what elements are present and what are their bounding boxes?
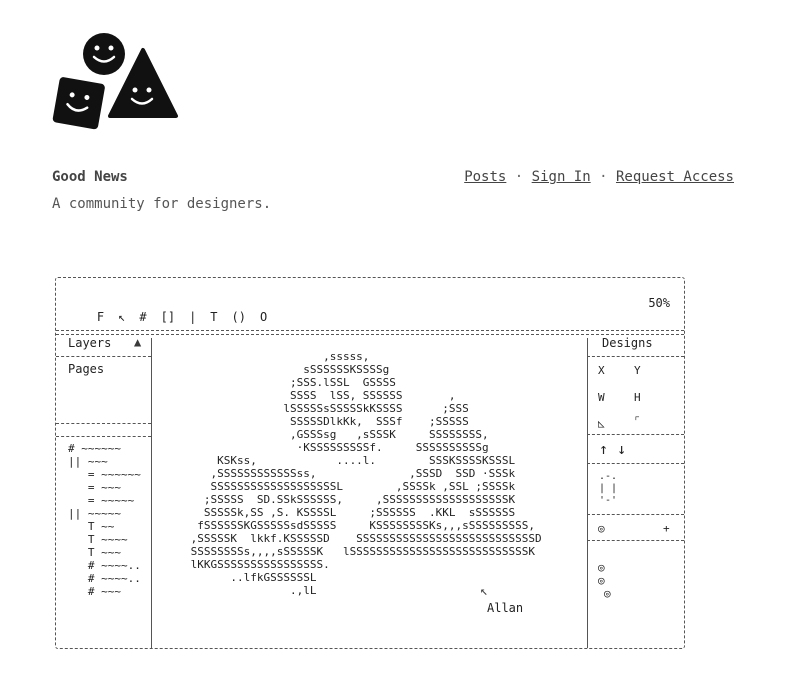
canvas-ascii-art[interactable]: ,sssss, sSSSSSSKSSSSg ;SSS.lSSL GSSSS SS… [184, 350, 542, 597]
layer-list[interactable]: # ~~~~~~ || ~~~ = ~~~~~~ = ~~~ = ~~~~~ |… [68, 442, 141, 598]
grid-tool-button[interactable]: # [139, 310, 146, 324]
designs-divider [587, 514, 684, 515]
export-icon[interactable]: ◎ [604, 587, 611, 600]
designs-divider [587, 356, 684, 357]
fill-icon[interactable]: ◎ [598, 522, 605, 535]
layers-divider [56, 356, 151, 357]
designs-divider [587, 434, 684, 435]
rectangle-tool-button[interactable]: [] [161, 310, 175, 324]
layers-divider [56, 436, 151, 437]
layers-panel-border [151, 338, 152, 648]
x-field[interactable]: X [598, 364, 605, 377]
radius-icon[interactable]: ⌜ [634, 414, 641, 427]
nav-request-access-link[interactable]: Request Access [616, 169, 734, 185]
smiley-circle-icon [83, 33, 125, 75]
up-arrow-icon[interactable]: ↑ [599, 440, 608, 458]
text-tool-button[interactable]: T [210, 310, 217, 324]
toolbar-separator: | [189, 310, 197, 324]
designs-title: Designs [602, 336, 653, 350]
stroke-icon[interactable]: ◎ [598, 561, 605, 574]
layers-divider [56, 423, 151, 424]
top-nav: Posts · Sign In · Request Access [464, 169, 734, 185]
cursor-icon: ↖ [480, 584, 488, 599]
add-fill-button[interactable]: + [663, 522, 670, 535]
nav-separator: · [599, 169, 608, 185]
editor-window: F ↖ # [] | T () O 50% Layers ▲ Pages # ~~~~~~ |… [55, 277, 685, 649]
zoom-level[interactable]: 50% [648, 296, 670, 310]
pages-label[interactable]: Pages [68, 362, 104, 376]
align-box-icon[interactable]: .-. | | '-' [599, 471, 617, 507]
circle-tool-button[interactable]: O [260, 310, 267, 324]
layers-title: Layers [68, 336, 112, 350]
nav-sign-in-link[interactable]: Sign In [532, 169, 591, 185]
width-field[interactable]: W [598, 391, 605, 404]
brand-name[interactable]: Good News [52, 169, 128, 185]
logo [52, 33, 178, 130]
height-field[interactable]: H [634, 391, 641, 404]
ellipse-tool-button[interactable]: () [232, 310, 246, 324]
collaborator-cursor-label: Allan [487, 601, 524, 615]
select-tool-button[interactable]: ↖ [118, 310, 125, 324]
toolbar: F ↖ # [] | T () O [68, 296, 281, 338]
nav-posts-link[interactable]: Posts [464, 169, 506, 185]
angle-icon[interactable]: ◺ [598, 417, 605, 430]
designs-divider [587, 463, 684, 464]
designs-divider [587, 540, 684, 541]
tagline: A community for designers. [52, 196, 272, 212]
caret-up-icon[interactable]: ▲ [134, 335, 141, 349]
smiley-square-icon [52, 77, 105, 130]
designs-panel-border [587, 338, 588, 648]
layer-order-control: ↑ ↓ [599, 440, 626, 458]
y-field[interactable]: Y [634, 364, 641, 377]
effect-icon[interactable]: ◎ [598, 574, 605, 587]
frame-tool-button[interactable]: F [97, 310, 104, 324]
nav-separator: · [514, 169, 524, 185]
down-arrow-icon[interactable]: ↓ [617, 440, 626, 458]
